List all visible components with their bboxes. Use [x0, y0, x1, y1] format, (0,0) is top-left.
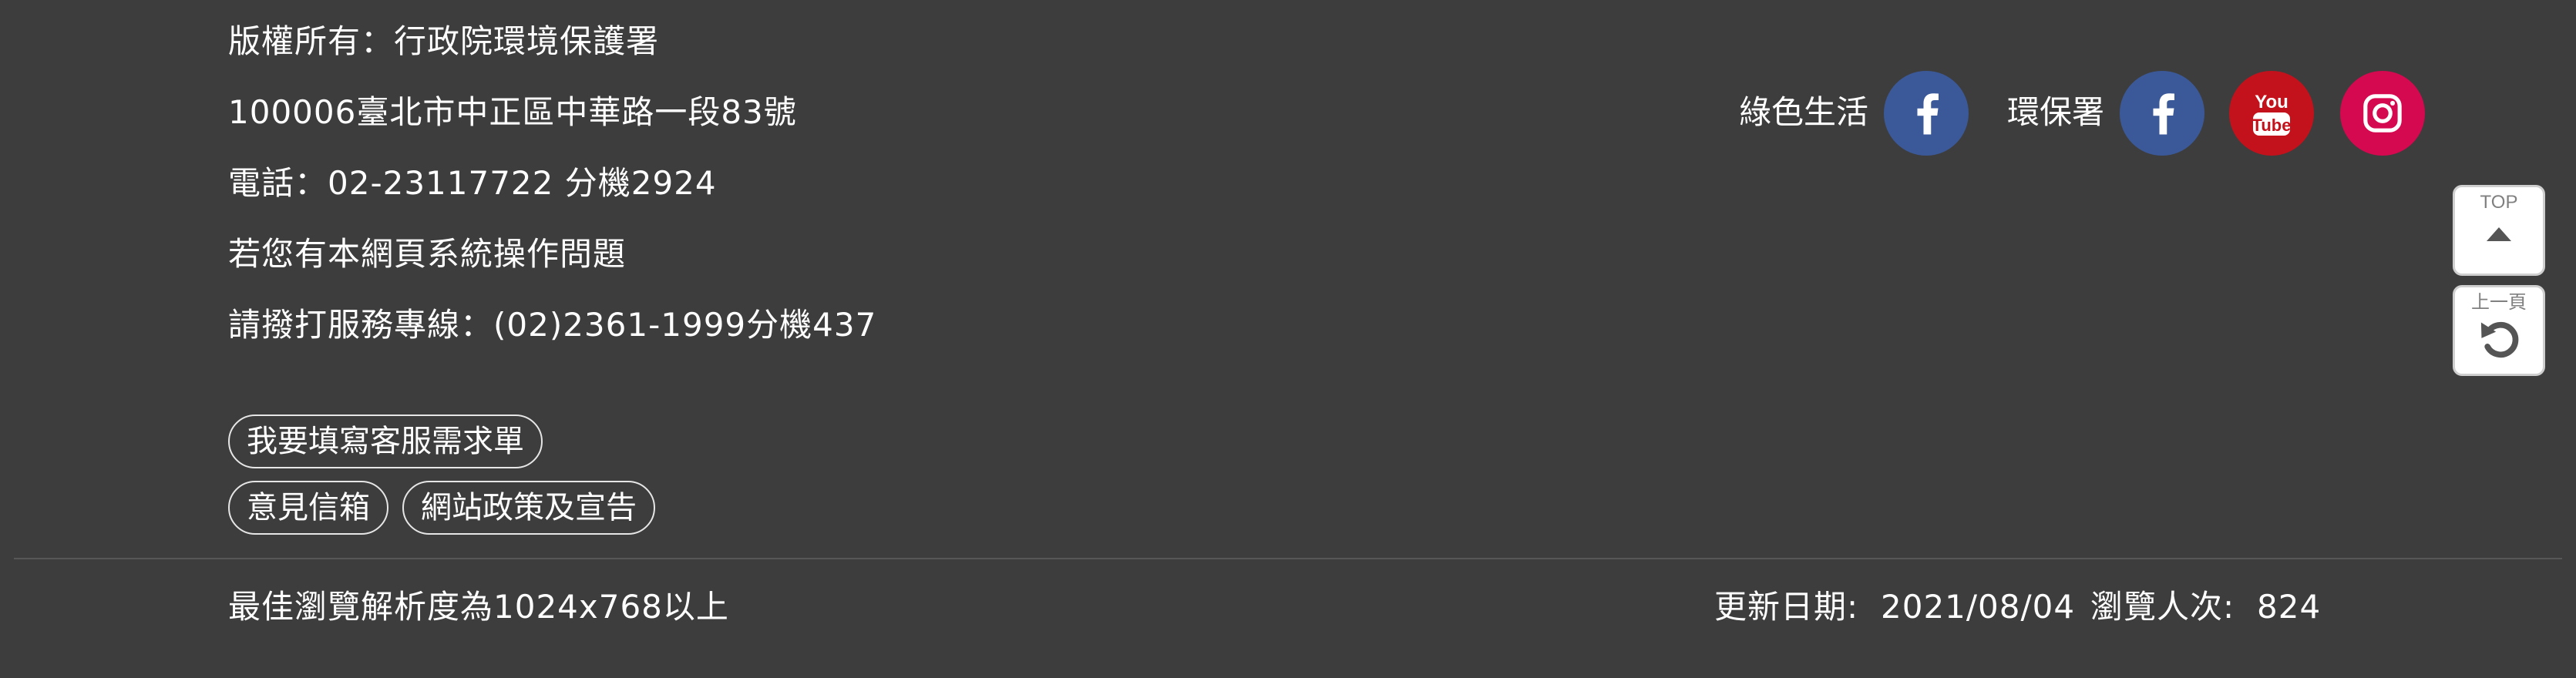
- help-text: 若您有本網頁系統操作問題: [228, 235, 627, 273]
- copyright-text: 版權所有：行政院環境保護署: [228, 22, 660, 60]
- feedback-mailbox-button[interactable]: 意見信箱: [228, 481, 388, 535]
- youtube-icon: You Tube: [2252, 92, 2292, 136]
- green-life-facebook-button[interactable]: [1884, 71, 1969, 156]
- facebook-icon: [2153, 93, 2174, 135]
- site-footer: 版權所有：行政院環境保護署 100006臺北市中正區中華路一段83號 電話：02…: [0, 0, 2576, 678]
- undo-icon: [2480, 321, 2519, 358]
- resolution-note: 最佳瀏覽解析度為1024x768以上: [228, 588, 729, 626]
- service-request-button[interactable]: 我要填寫客服需求單: [228, 415, 543, 468]
- update-date-label: 更新日期:: [1714, 588, 1859, 626]
- svg-text:You: You: [2255, 92, 2288, 112]
- footer-divider: [14, 558, 2562, 559]
- service-line-text: 請撥打服務專線：(02)2361-1999分機437: [228, 306, 877, 344]
- address-text: 100006臺北市中正區中華路一段83號: [228, 93, 797, 131]
- green-life-label: 綠色生活: [1739, 93, 1869, 131]
- epa-youtube-button[interactable]: You Tube: [2229, 71, 2314, 156]
- previous-page-label: 上一頁: [2471, 292, 2527, 313]
- facebook-icon: [1917, 93, 1939, 135]
- visit-count-label: 瀏覽人次:: [2090, 588, 2235, 626]
- epa-label: 環保署: [2007, 93, 2105, 131]
- caret-up-icon: [2487, 227, 2511, 241]
- top-label: TOP: [2480, 192, 2518, 213]
- svg-text:Tube: Tube: [2252, 116, 2292, 135]
- instagram-icon: [2363, 94, 2402, 133]
- site-policy-button[interactable]: 網站政策及宣告: [402, 481, 655, 535]
- update-date-value: 2021/08/04: [1881, 588, 2076, 626]
- visit-count-value: 824: [2257, 588, 2322, 626]
- epa-facebook-button[interactable]: [2120, 71, 2204, 156]
- phone-text: 電話：02-23117722 分機2924: [228, 164, 717, 202]
- back-to-top-button[interactable]: TOP: [2453, 185, 2545, 276]
- epa-instagram-button[interactable]: [2340, 71, 2425, 156]
- previous-page-button[interactable]: 上一頁: [2453, 285, 2545, 376]
